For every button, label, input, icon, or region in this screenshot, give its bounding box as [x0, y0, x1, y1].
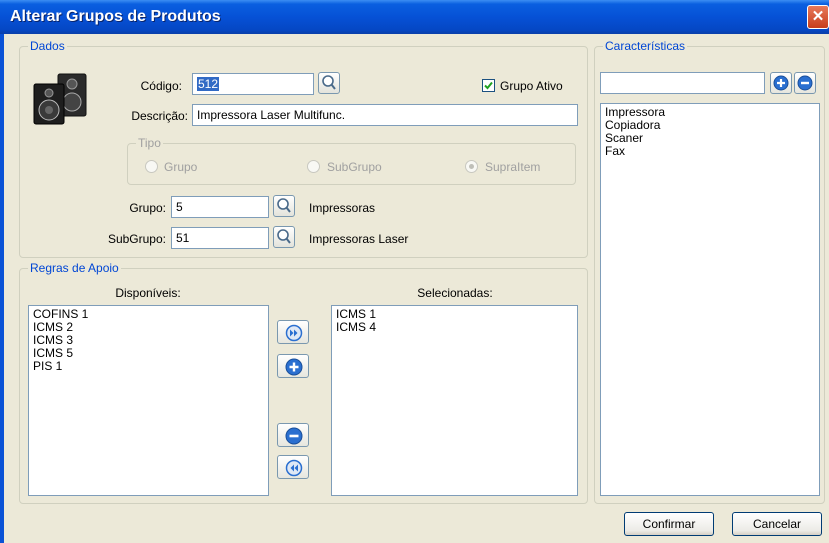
descricao-field[interactable]: Impressora Laser Multifunc.: [192, 104, 578, 126]
descricao-value: Impressora Laser Multifunc.: [197, 108, 346, 122]
grupo-ativo-checkbox[interactable]: [482, 79, 495, 92]
subgrupo-label: SubGrupo:: [107, 232, 166, 246]
radio-subgrupo-label: SubGrupo: [327, 160, 382, 174]
remove-caracteristica-button[interactable]: [794, 72, 816, 94]
list-item[interactable]: ICMS 4: [336, 321, 573, 334]
minus-icon: [285, 427, 303, 445]
confirm-button[interactable]: Confirmar: [624, 512, 714, 536]
close-icon: ✕: [811, 8, 825, 25]
rewind-icon: [285, 459, 303, 477]
search-icon: [277, 229, 291, 244]
radio-grupo[interactable]: [145, 160, 158, 173]
add-caracteristica-button[interactable]: [770, 72, 792, 94]
grupo-field[interactable]: 5: [171, 196, 269, 218]
grupo-label: Grupo:: [129, 201, 166, 215]
radio-supraitem-label: SupraItem: [485, 160, 541, 174]
plus-icon: [285, 358, 303, 376]
dados-legend: Dados: [30, 39, 65, 53]
window-title: Alterar Grupos de Produtos: [10, 8, 221, 25]
speakers-icon: [33, 73, 87, 125]
add-button[interactable]: [277, 354, 309, 378]
remove-button[interactable]: [277, 423, 309, 447]
caracteristicas-legend: Características: [605, 39, 686, 53]
add-all-button[interactable]: [277, 320, 309, 344]
remove-all-button[interactable]: [277, 455, 309, 479]
close-button[interactable]: ✕: [807, 5, 829, 29]
selecionadas-label: Selecionadas:: [417, 286, 493, 300]
disponiveis-list[interactable]: COFINS 1 ICMS 2 ICMS 3 ICMS 5 PIS 1: [28, 305, 269, 496]
subgrupo-description: Impressoras Laser: [309, 232, 409, 246]
tipo-legend: Tipo: [138, 136, 161, 150]
search-icon: [322, 75, 336, 90]
list-item[interactable]: Scaner: [605, 132, 815, 145]
radio-supraitem[interactable]: [465, 160, 478, 173]
caracteristicas-list[interactable]: Impressora Copiadora Scaner Fax: [600, 103, 820, 496]
plus-icon: [773, 75, 789, 91]
subgrupo-value: 51: [176, 231, 190, 245]
minus-icon: [797, 75, 813, 91]
selecionadas-list[interactable]: ICMS 1 ICMS 4: [331, 305, 578, 496]
subgrupo-search-button[interactable]: [273, 226, 295, 248]
grupo-value: 5: [176, 200, 183, 214]
codigo-label: Código:: [140, 79, 182, 93]
fast-forward-icon: [285, 324, 303, 342]
list-item[interactable]: ICMS 5: [33, 347, 264, 360]
radio-grupo-label: Grupo: [164, 160, 198, 174]
codigo-field[interactable]: 512: [192, 73, 314, 95]
grupo-search-button[interactable]: [273, 195, 295, 217]
subgrupo-field[interactable]: 51: [171, 227, 269, 249]
regras-legend: Regras de Apoio: [30, 261, 119, 275]
search-icon: [277, 198, 291, 213]
grupo-description: Impressoras: [309, 201, 376, 215]
title-bar[interactable]: Alterar Grupos de Produtos ✕: [0, 0, 829, 34]
window-border: [0, 34, 4, 543]
codigo-search-button[interactable]: [318, 72, 340, 94]
dialog-window: Alterar Grupos de Produtos ✕ Dados Códig…: [0, 0, 829, 543]
list-item[interactable]: Fax: [605, 145, 815, 158]
codigo-value: 512: [197, 77, 220, 91]
radio-subgrupo[interactable]: [307, 160, 320, 173]
checkmark-icon: [484, 81, 493, 90]
caracteristica-input[interactable]: [600, 72, 765, 94]
descricao-label: Descrição:: [131, 109, 188, 123]
disponiveis-label: Disponíveis:: [115, 286, 181, 300]
cancel-button[interactable]: Cancelar: [732, 512, 822, 536]
list-item[interactable]: PIS 1: [33, 360, 264, 373]
grupo-ativo-label: Grupo Ativo: [500, 79, 563, 93]
